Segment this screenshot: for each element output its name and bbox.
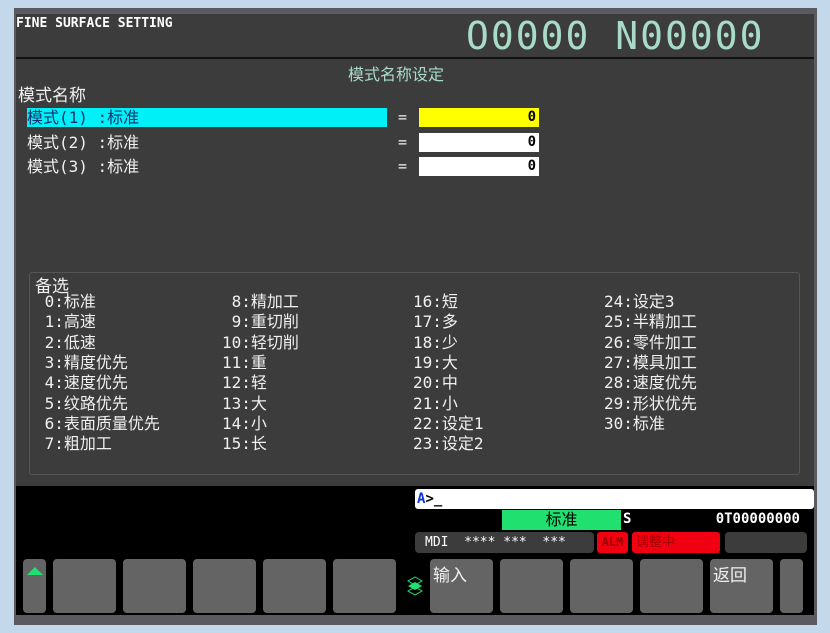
option-item: 27:模具加工 bbox=[604, 353, 697, 373]
command-input[interactable]: A>_ bbox=[415, 489, 814, 509]
divider bbox=[16, 57, 814, 59]
section-label: 模式名称 bbox=[18, 81, 86, 106]
next-page-button[interactable] bbox=[780, 559, 803, 613]
option-item: 9:重切削 bbox=[222, 312, 299, 332]
option-item: 2:低速 bbox=[35, 333, 96, 353]
option-item: 0:标准 bbox=[35, 292, 96, 312]
mode-3-value-input[interactable]: 0 bbox=[419, 157, 539, 176]
alarm-message: 调整中 bbox=[632, 532, 720, 553]
option-item: 24:设定3 bbox=[604, 292, 675, 312]
option-item: 29:形状优先 bbox=[604, 394, 697, 414]
option-item: 5:纹路优先 bbox=[35, 394, 128, 414]
softkey-5[interactable] bbox=[333, 559, 396, 613]
option-item: 10:轻切削 bbox=[222, 333, 299, 353]
mode-row-3[interactable]: 模式(3) :标准 bbox=[27, 157, 387, 176]
option-item: 3:精度优先 bbox=[35, 353, 128, 373]
tool-number: 0T00000000 bbox=[700, 511, 800, 527]
option-item: 23:设定2 bbox=[413, 434, 484, 454]
option-item: 30:标准 bbox=[604, 414, 665, 434]
option-item: 12:轻 bbox=[222, 373, 267, 393]
screen-name: FINE SURFACE SETTING bbox=[16, 16, 173, 31]
input-button[interactable]: 输入 bbox=[430, 559, 493, 613]
softkey-4[interactable] bbox=[263, 559, 326, 613]
option-item: 26:零件加工 bbox=[604, 333, 697, 353]
up-arrow-icon bbox=[26, 564, 44, 576]
layers-icon bbox=[407, 576, 423, 596]
option-item: 16:短 bbox=[413, 292, 458, 312]
option-item: 1:高速 bbox=[35, 312, 96, 332]
spindle-label: S bbox=[623, 511, 631, 527]
option-item: 22:设定1 bbox=[413, 414, 484, 434]
softkey-8[interactable] bbox=[570, 559, 633, 613]
mode-name-badge: 标准 bbox=[502, 510, 621, 530]
option-item: 21:小 bbox=[413, 394, 458, 414]
softkey-7[interactable] bbox=[500, 559, 563, 613]
mode-status-text: MDI **** *** *** bbox=[415, 535, 566, 550]
option-item: 7:粗加工 bbox=[35, 434, 112, 454]
softkey-2[interactable] bbox=[123, 559, 186, 613]
option-item: 28:速度优先 bbox=[604, 373, 697, 393]
option-item: 13:大 bbox=[222, 394, 267, 414]
option-item: 6:表面质量优先 bbox=[35, 414, 160, 434]
mode-1-value-input[interactable]: 0 bbox=[419, 108, 539, 127]
mode-row-2[interactable]: 模式(2) :标准 bbox=[27, 133, 387, 152]
status-blank bbox=[725, 532, 807, 553]
softkey-1[interactable] bbox=[53, 559, 116, 613]
softkey-9[interactable] bbox=[640, 559, 703, 613]
prompt: >_ bbox=[425, 491, 442, 507]
alarm-badge: ALM bbox=[597, 532, 628, 553]
mode-row-1[interactable]: 模式(1) :标准 bbox=[27, 108, 387, 127]
option-item: 17:多 bbox=[413, 312, 458, 332]
option-item: 18:少 bbox=[413, 333, 458, 353]
mode-status: MDI **** *** *** bbox=[415, 532, 594, 553]
input-prefix: A bbox=[415, 491, 425, 507]
option-item: 20:中 bbox=[413, 373, 458, 393]
mode-2-value-input[interactable]: 0 bbox=[419, 133, 539, 152]
return-button[interactable]: 返回 bbox=[710, 559, 773, 613]
option-item: 4:速度优先 bbox=[35, 373, 128, 393]
equals: = bbox=[398, 108, 407, 126]
equals: = bbox=[398, 133, 407, 151]
softkey-3[interactable] bbox=[193, 559, 256, 613]
option-item: 15:长 bbox=[222, 434, 267, 454]
option-item: 19:大 bbox=[413, 353, 458, 373]
prev-page-button[interactable] bbox=[23, 559, 46, 613]
option-item: 11:重 bbox=[222, 353, 267, 373]
option-item: 14:小 bbox=[222, 414, 267, 434]
page-title: 模式名称设定 bbox=[0, 61, 792, 85]
equals: = bbox=[398, 157, 407, 175]
program-number: O0000 N00000 bbox=[466, 14, 765, 58]
option-item: 25:半精加工 bbox=[604, 312, 697, 332]
option-item: 8:精加工 bbox=[222, 292, 299, 312]
